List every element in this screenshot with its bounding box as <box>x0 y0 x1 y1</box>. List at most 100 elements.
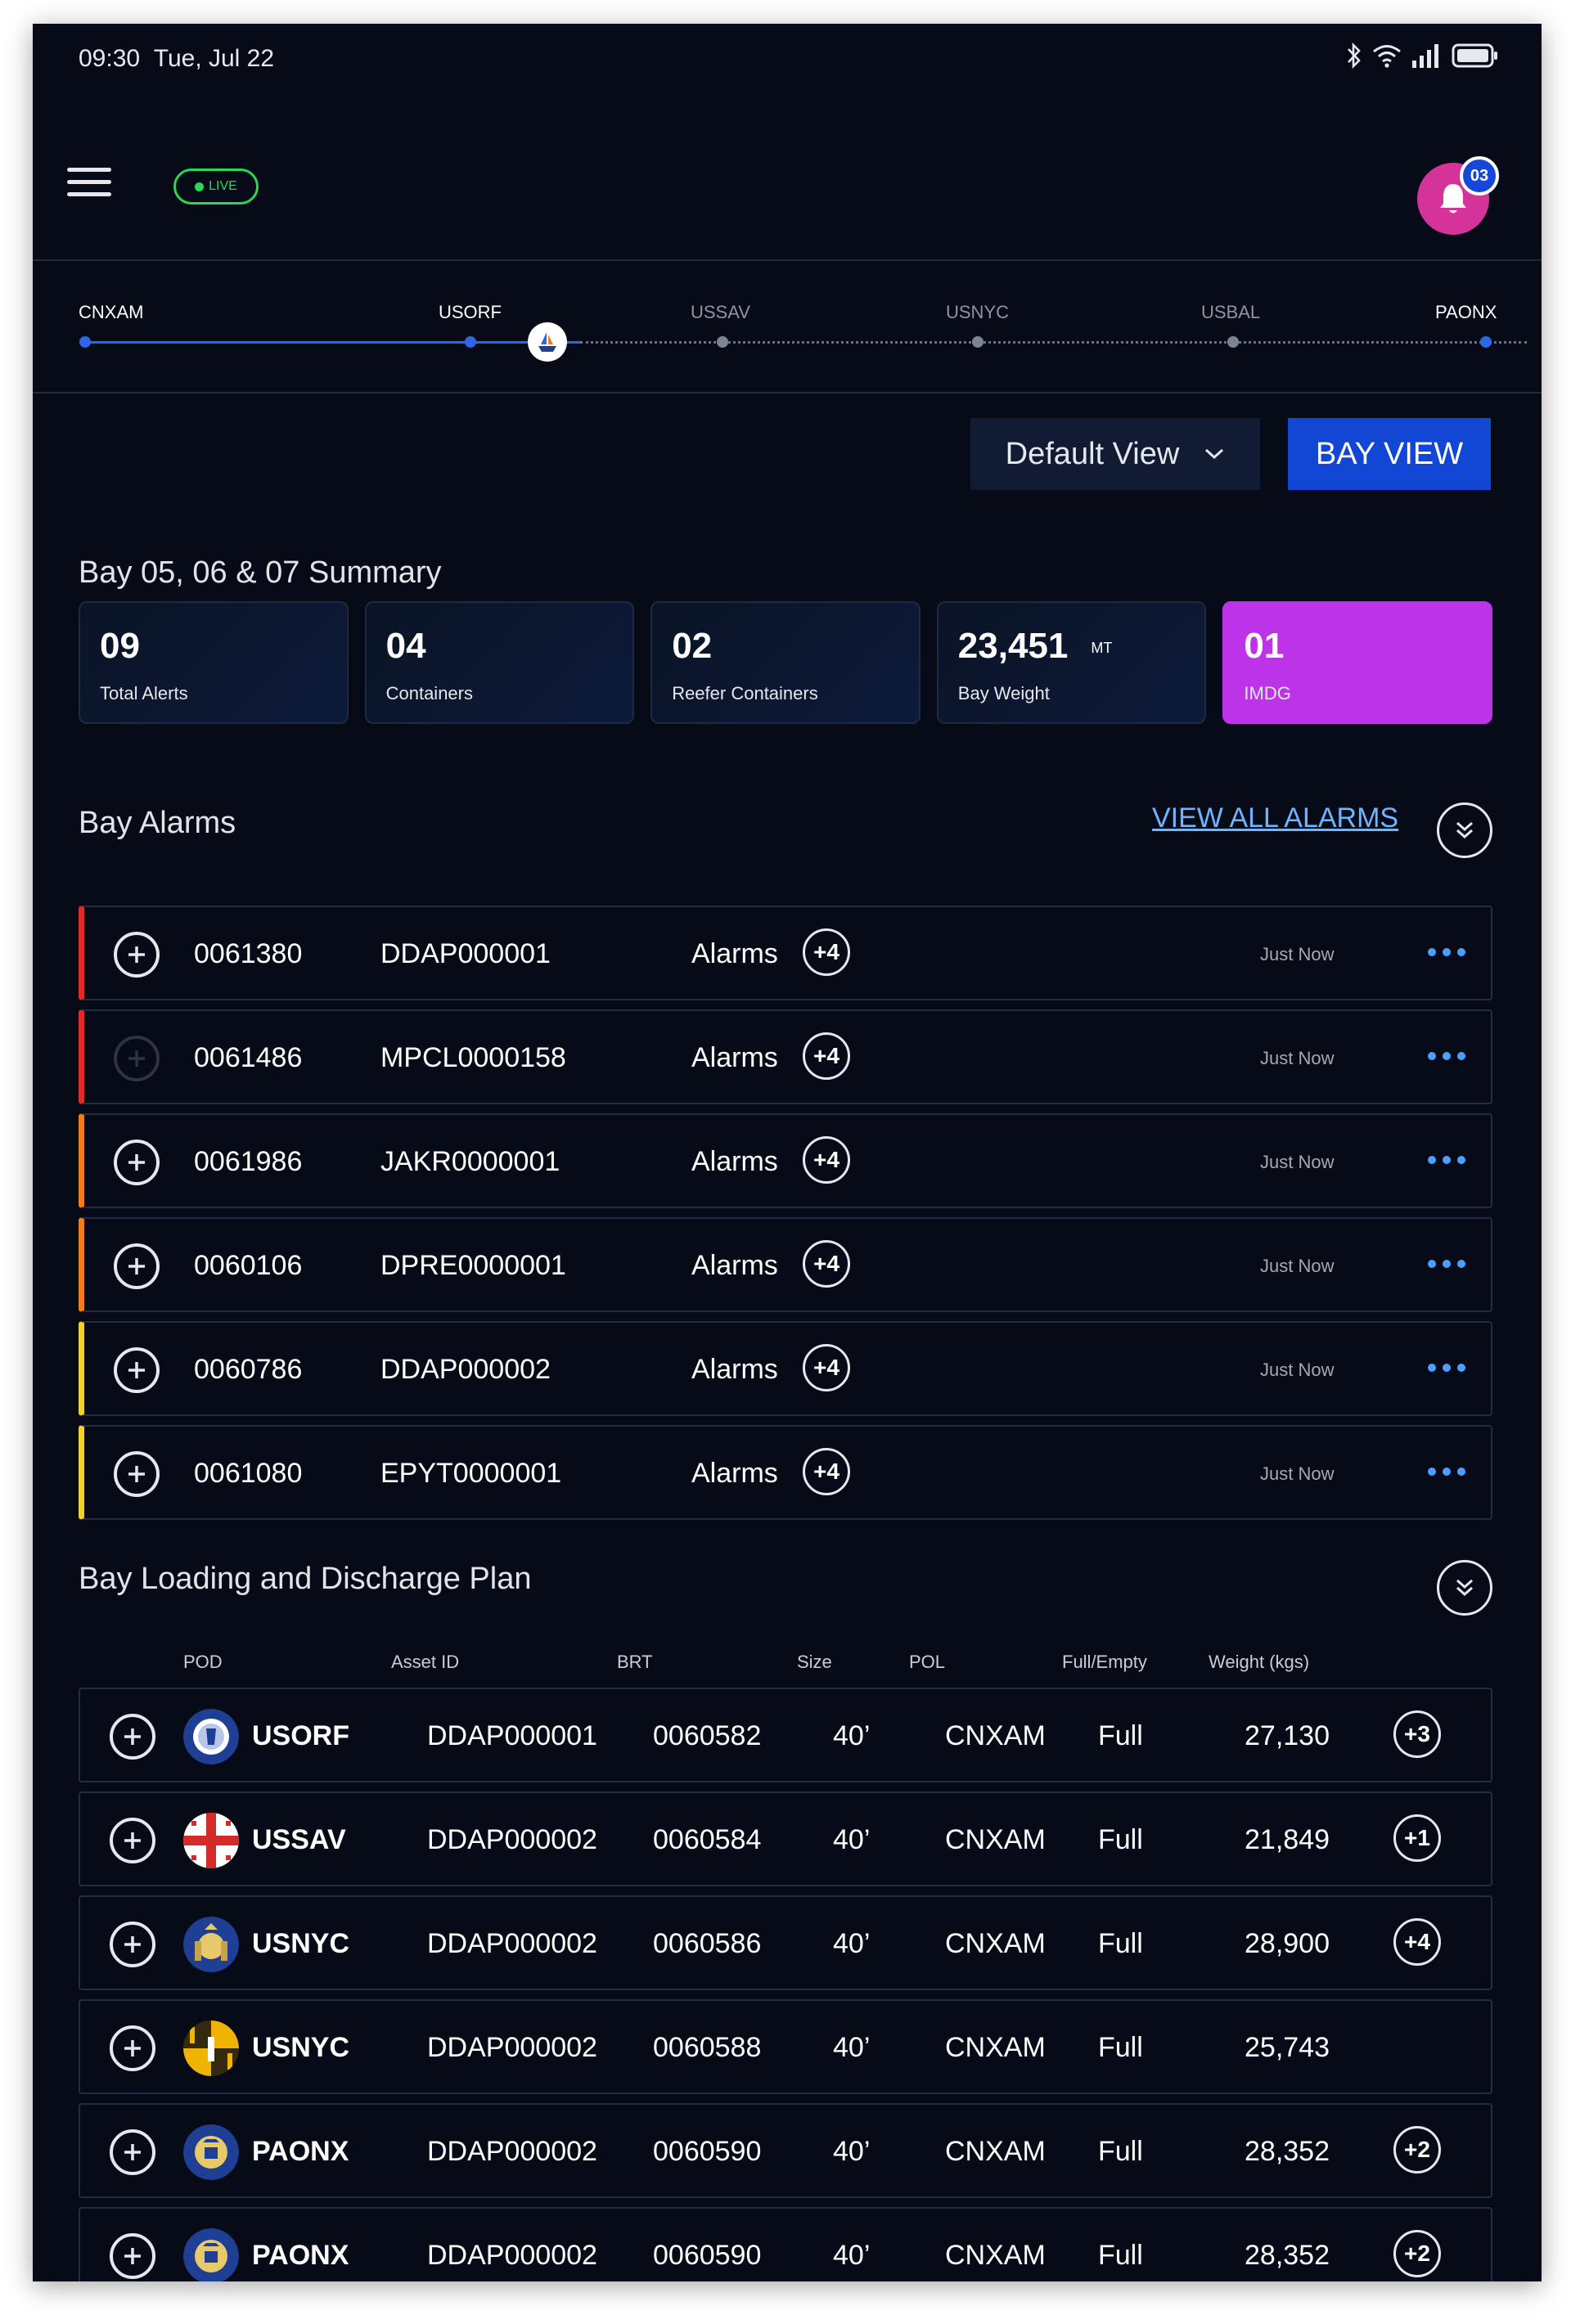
column-header-pol[interactable]: POL <box>909 1652 945 1673</box>
column-header-size[interactable]: Size <box>797 1652 832 1673</box>
column-header-pod[interactable]: POD <box>183 1652 223 1673</box>
plan-row[interactable]: PAONX DDAP000002 0060590 40’ CNXAM Full 28,352… <box>79 2103 1492 2198</box>
more-options-icon[interactable] <box>1428 1364 1465 1372</box>
plus-icon <box>120 2244 145 2268</box>
alarm-time: Just Now <box>1260 1360 1335 1380</box>
expand-row-button[interactable] <box>110 2025 155 2071</box>
reefer-containers-card[interactable]: 02 Reefer Containers <box>650 601 921 724</box>
alarm-container-id: 0061080 <box>194 1458 303 1489</box>
wifi-icon <box>1373 45 1401 68</box>
bluetooth-icon <box>1348 42 1361 70</box>
status-bar: 09:30 Tue, Jul 22 <box>33 24 1542 97</box>
plan-brt: 0060590 <box>653 2136 762 2167</box>
alarm-row[interactable]: 0061380 DDAP000001 Alarms +4 Just Now <box>79 906 1492 1000</box>
plan-full-empty: Full <box>1098 2136 1143 2167</box>
route-stop-paonx[interactable]: PAONX <box>1435 302 1497 323</box>
expand-row-button[interactable] <box>110 1818 155 1863</box>
expand-row-button[interactable] <box>110 1922 155 1967</box>
card-label: Reefer Containers <box>672 683 818 703</box>
alarm-time: Just Now <box>1260 1152 1335 1172</box>
alarm-time: Just Now <box>1260 1256 1335 1276</box>
column-header-asset-id[interactable]: Asset ID <box>391 1652 459 1673</box>
live-label: LIVE <box>209 179 237 193</box>
containers-card[interactable]: 04 Containers <box>364 601 635 724</box>
plan-row[interactable]: USORF DDAP000001 0060582 40’ CNXAM Full 27,130… <box>79 1688 1492 1782</box>
plan-row[interactable]: USNYC DDAP000002 0060586 40’ CNXAM Full 28,900… <box>79 1895 1492 1990</box>
expand-row-button[interactable] <box>110 2233 155 2279</box>
expand-row-button[interactable] <box>110 2129 155 2175</box>
plan-weight: 27,130 <box>1245 1720 1330 1751</box>
alarms-collapse-button[interactable] <box>1437 802 1492 858</box>
plan-asset-id: DDAP000002 <box>427 2240 597 2271</box>
route-stop-usbal[interactable]: USBAL <box>1201 302 1260 323</box>
notification-count-badge: 03 <box>1460 156 1499 196</box>
plan-extra-count[interactable]: +2 <box>1393 2230 1441 2277</box>
imdg-card[interactable]: 01 IMDG <box>1222 601 1492 724</box>
view-select[interactable]: Default View <box>970 418 1260 490</box>
expand-row-button[interactable] <box>114 1347 160 1393</box>
alarm-extra-count[interactable]: +4 <box>803 1136 850 1184</box>
plan-weight: 21,849 <box>1245 1824 1330 1855</box>
summary-title: Bay 05, 06 & 07 Summary <box>79 555 442 590</box>
alarm-row[interactable]: 0061080 EPYT0000001 Alarms +4 Just Now <box>79 1425 1492 1520</box>
expand-row-button[interactable] <box>114 1140 160 1185</box>
route-stop-ussav[interactable]: USSAV <box>691 302 750 323</box>
column-header-full-empty[interactable]: Full/Empty <box>1062 1652 1147 1673</box>
expand-row-button[interactable] <box>114 1243 160 1289</box>
column-header-weight[interactable]: Weight (kgs) <box>1209 1652 1309 1673</box>
alarm-time: Just Now <box>1260 1463 1335 1484</box>
bay-view-button[interactable]: BAY VIEW <box>1288 418 1491 490</box>
route-stop-usorf[interactable]: USORF <box>439 302 502 323</box>
plan-brt: 0060590 <box>653 2240 762 2271</box>
alarm-row[interactable]: 0060106 DPRE0000001 Alarms +4 Just Now <box>79 1217 1492 1312</box>
plan-extra-count[interactable]: +3 <box>1393 1710 1441 1758</box>
plan-row[interactable]: PAONX DDAP000002 0060590 40’ CNXAM Full 28,352… <box>79 2207 1492 2281</box>
menu-icon-bar <box>67 180 111 184</box>
expand-row-button[interactable] <box>110 1714 155 1760</box>
total-alerts-card[interactable]: 09 Total Alerts <box>79 601 349 724</box>
voyage-route: CNXAM USORF USSAV USNYC USBAL PAONX <box>33 263 1542 393</box>
plan-row[interactable]: USSAV DDAP000002 0060584 40’ CNXAM Full 21,849… <box>79 1791 1492 1886</box>
more-options-icon[interactable] <box>1428 1260 1465 1268</box>
plan-full-empty: Full <box>1098 2032 1143 2063</box>
menu-button[interactable] <box>67 168 111 200</box>
more-options-icon[interactable] <box>1428 1052 1465 1060</box>
more-options-icon[interactable] <box>1428 948 1465 956</box>
plan-row[interactable]: USNYC DDAP000002 0060588 40’ CNXAM Full 25,743 <box>79 1999 1492 2094</box>
plan-asset-id: DDAP000002 <box>427 1824 597 1855</box>
alarm-row[interactable]: 0061986 JAKR0000001 Alarms +4 Just Now <box>79 1113 1492 1208</box>
plan-extra-count[interactable]: +2 <box>1393 2126 1441 2173</box>
plan-extra-count[interactable]: +1 <box>1393 1814 1441 1862</box>
alarm-extra-count[interactable]: +4 <box>803 1240 850 1288</box>
expand-row-button[interactable] <box>114 1036 160 1081</box>
expand-row-button[interactable] <box>114 1451 160 1497</box>
alarm-extra-count[interactable]: +4 <box>803 928 850 976</box>
alarm-row[interactable]: 0061486 MPCL0000158 Alarms +4 Just Now <box>79 1009 1492 1104</box>
route-node <box>717 336 728 348</box>
alarm-label: Alarms <box>691 938 778 969</box>
route-stop-cnxam[interactable]: CNXAM <box>79 302 143 323</box>
alarm-label: Alarms <box>691 1458 778 1489</box>
alarm-asset-id: DDAP000001 <box>380 938 551 969</box>
alarm-asset-id: MPCL0000158 <box>380 1042 566 1073</box>
expand-row-button[interactable] <box>114 932 160 978</box>
view-all-alarms-link[interactable]: VIEW ALL ALARMS <box>1152 802 1398 834</box>
double-chevron-down-icon <box>1456 1579 1473 1597</box>
plan-extra-count[interactable]: +4 <box>1393 1918 1441 1966</box>
plan-collapse-button[interactable] <box>1437 1560 1492 1616</box>
plan-title: Bay Loading and Discharge Plan <box>79 1562 532 1596</box>
bay-weight-card[interactable]: 23,451 MT Bay Weight <box>936 601 1207 724</box>
column-header-brt[interactable]: BRT <box>617 1652 653 1673</box>
status-icons <box>1345 42 1499 70</box>
live-badge: LIVE <box>173 169 259 205</box>
alarm-extra-count[interactable]: +4 <box>803 1032 850 1080</box>
plan-pol: CNXAM <box>945 2032 1046 2063</box>
newyork-seal-icon <box>183 1917 239 1972</box>
alarm-extra-count[interactable]: +4 <box>803 1448 850 1495</box>
alarm-extra-count[interactable]: +4 <box>803 1344 850 1391</box>
more-options-icon[interactable] <box>1428 1156 1465 1164</box>
route-stop-usnyc[interactable]: USNYC <box>946 302 1009 323</box>
plus-icon <box>124 1254 149 1279</box>
more-options-icon[interactable] <box>1428 1468 1465 1476</box>
alarm-row[interactable]: 0060786 DDAP000002 Alarms +4 Just Now <box>79 1321 1492 1416</box>
